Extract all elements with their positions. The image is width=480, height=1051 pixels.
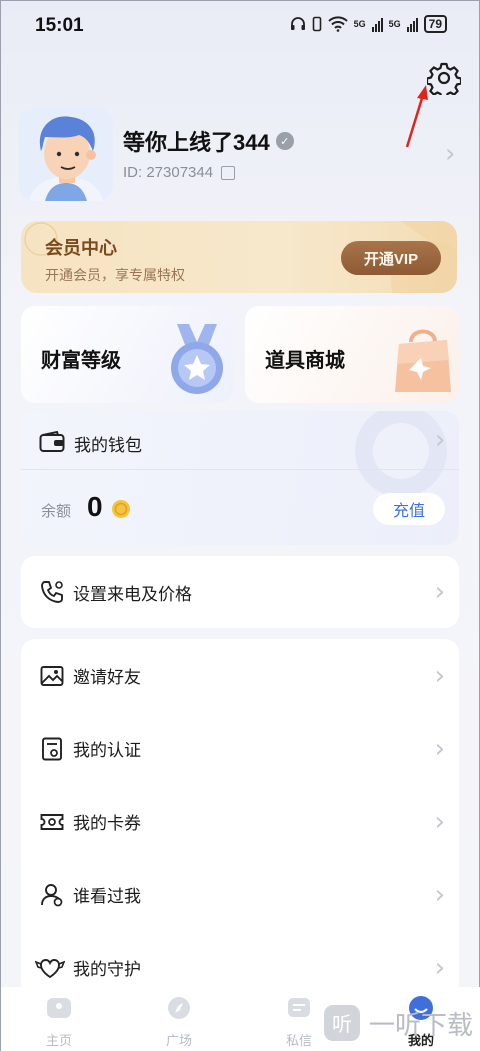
certification-icon (42, 737, 62, 761)
call-settings-chevron-right-icon: › (434, 577, 445, 607)
item-shop-card[interactable]: 道具商城 (245, 306, 459, 403)
annotation-arrow (405, 85, 428, 148)
call-settings-row[interactable]: 设置来电及价格 › (21, 556, 459, 628)
wallet-title: 我的钱包 (74, 436, 142, 455)
menu-item-label: 邀请好友 (73, 668, 141, 687)
medal-icon (171, 324, 223, 394)
vip-title: 会员中心 (45, 238, 117, 258)
message-icon (288, 998, 310, 1017)
tab-square[interactable]: 广场 (139, 995, 219, 1049)
recharge-button[interactable]: 充值 (373, 493, 445, 525)
network-type: 5G (353, 19, 366, 29)
nickname: 等你上线了344 (123, 130, 270, 155)
tab-label: 主页 (45, 1033, 72, 1048)
tab-label: 广场 (165, 1033, 192, 1048)
guardian-icon (35, 959, 65, 979)
watermark-text: 一听下载 (369, 1009, 474, 1040)
balance-label: 余额 (41, 503, 72, 520)
user-id: ID: 27307344 (123, 164, 214, 181)
svg-text:听: 听 (332, 1012, 352, 1036)
watermark-logo: 听 (324, 1005, 360, 1041)
chevron-right-icon: › (434, 952, 445, 983)
battery-indicator: 79 (423, 15, 447, 33)
tab-home[interactable]: 主页 (19, 995, 99, 1049)
wallet-chevron-right-icon: › (435, 425, 446, 455)
menu-item-label: 我的卡券 (73, 814, 141, 833)
wallet-divider (21, 469, 459, 470)
vip-subtitle: 开通会员，享专属特权 (45, 267, 185, 283)
status-time: 15:01 (35, 15, 84, 36)
menu-item-label: 我的守护 (73, 960, 141, 979)
watermark: 听 一听下载 (323, 1004, 473, 1042)
avatar-illustration (19, 107, 113, 201)
user-id-row: ID: 27307344 (123, 164, 236, 181)
wallet-icon (39, 431, 65, 452)
menu-item-label: 谁看过我 (73, 887, 141, 906)
chevron-right-icon: › (434, 879, 445, 910)
status-bar: 15:01 5G 5G 79 (1, 1, 480, 53)
wealth-level-card[interactable]: 财富等级 (21, 306, 233, 403)
vibrate-icon (312, 16, 321, 32)
menu-panel: 邀请好友 › 我的认证 › 我的卡券 › 谁看过我 › 我的守护 › (21, 639, 459, 987)
network-type-2: 5G (388, 19, 401, 29)
profile-chevron-right-icon[interactable]: › (445, 139, 455, 169)
nickname-row: 等你上线了344 ✓ (123, 125, 294, 157)
home-icon (47, 998, 71, 1018)
compass-icon (168, 997, 190, 1019)
wallet-panel[interactable]: 我的钱包 › 余额 0 充值 (21, 411, 459, 545)
wealth-level-label: 财富等级 (41, 350, 121, 372)
coin-icon (112, 500, 130, 518)
menu-item-label: 我的认证 (73, 741, 141, 760)
visitors-icon (41, 884, 63, 907)
menu-item-my-coupons[interactable]: 我的卡券 › (21, 785, 459, 858)
avatar[interactable] (19, 107, 113, 201)
balance-value: 0 (87, 491, 103, 522)
menu-item-who-viewed-me[interactable]: 谁看过我 › (21, 858, 459, 931)
open-vip-button[interactable]: 开通VIP (341, 241, 441, 275)
signal-icon-2 (406, 16, 418, 32)
copy-icon[interactable] (221, 165, 236, 180)
wifi-icon (327, 16, 348, 32)
item-shop-label: 道具商城 (265, 350, 345, 372)
verified-icon: ✓ (275, 132, 294, 150)
invite-icon (40, 666, 64, 686)
call-settings-panel: 设置来电及价格 › (21, 556, 459, 628)
vip-center-banner[interactable]: 会员中心 开通会员，享专属特权 开通VIP (21, 221, 457, 293)
shopping-bag-icon (395, 329, 451, 392)
system-icons: 5G 5G 79 (290, 15, 447, 33)
chevron-right-icon: › (434, 733, 445, 764)
menu-item-my-certification[interactable]: 我的认证 › (21, 712, 459, 785)
headphones-icon (290, 17, 305, 30)
chevron-right-icon: › (434, 660, 445, 691)
menu-item-invite-friends[interactable]: 邀请好友 › (21, 639, 459, 712)
signal-icon (371, 16, 383, 32)
call-settings-label: 设置来电及价格 (73, 584, 192, 604)
chevron-right-icon: › (434, 806, 445, 837)
coupon-icon (40, 814, 64, 830)
phone-settings-icon (41, 581, 63, 603)
